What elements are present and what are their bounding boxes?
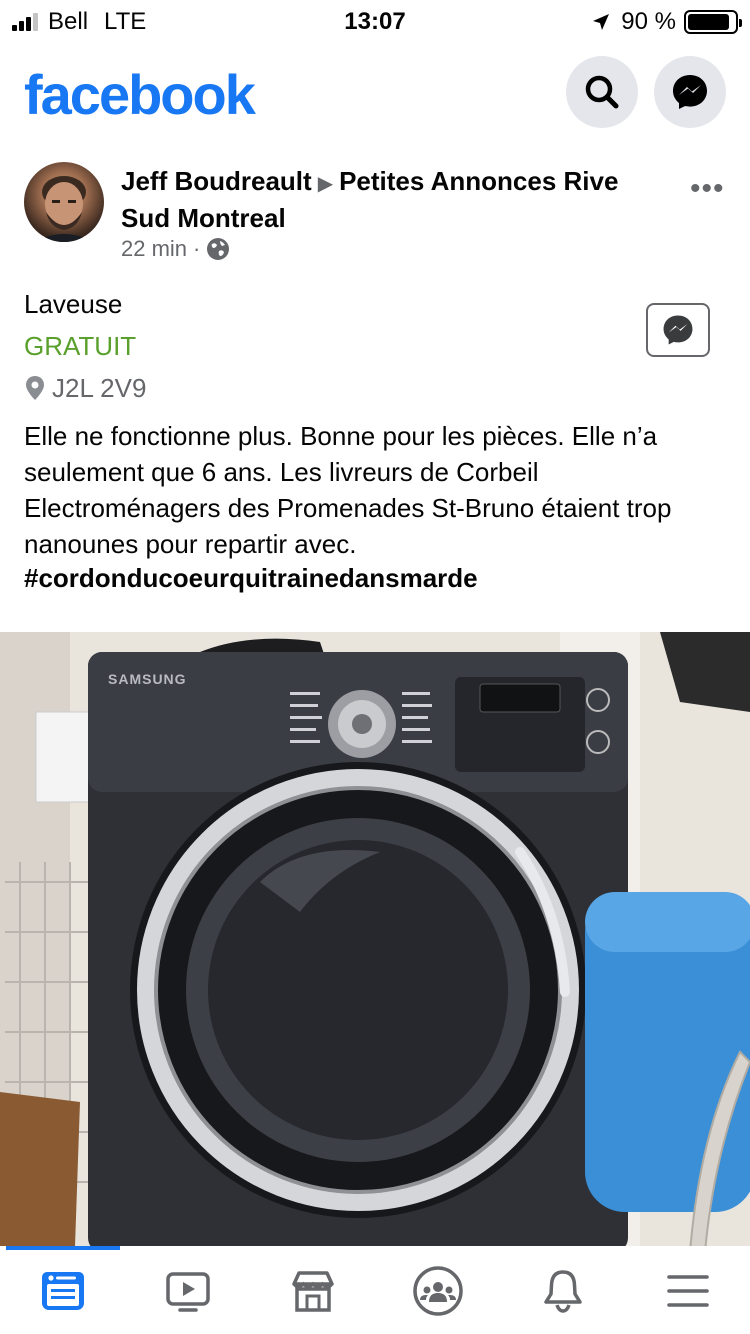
listing-title: Laveuse <box>24 289 123 319</box>
washer-brand-label: SAMSUNG <box>108 671 187 687</box>
post-header: Jeff Boudreault ▶ Petites Annonces Rive Su… <box>0 160 750 270</box>
messenger-button[interactable] <box>654 56 726 128</box>
menu-icon <box>667 1275 709 1307</box>
hashtag-link[interactable]: #cordonducoeurquitrainedansmarde <box>24 560 734 596</box>
location-arrow-icon <box>593 14 610 30</box>
post-time[interactable]: 22 min <box>121 236 187 262</box>
marketplace-icon <box>292 1271 334 1312</box>
message-seller-button[interactable] <box>646 303 710 357</box>
tab-menu[interactable] <box>658 1264 718 1318</box>
tab-watch[interactable] <box>158 1264 218 1318</box>
search-icon <box>585 75 619 109</box>
status-right: 90 % <box>591 8 742 36</box>
messenger-icon <box>673 75 707 109</box>
arrow-right-icon: ▶ <box>317 173 334 195</box>
post-photo[interactable]: SAMSUNG <box>0 632 750 1246</box>
tab-news-feed[interactable] <box>33 1264 93 1318</box>
location-pin-icon <box>26 376 44 400</box>
news-feed-icon <box>42 1272 84 1310</box>
post-meta: 22 min · <box>121 236 230 262</box>
notifications-icon <box>544 1270 582 1313</box>
tab-notifications[interactable] <box>533 1264 593 1318</box>
listing-location: J2L 2V9 <box>24 372 724 404</box>
washer-photo: SAMSUNG <box>0 632 750 1246</box>
battery-percent: 90 % <box>621 8 676 35</box>
status-bar: Bell LTE 13:07 90 % <box>0 0 750 42</box>
post-author: Jeff Boudreault ▶ Petites Annonces Rive Su… <box>121 164 641 235</box>
search-button[interactable] <box>566 56 638 128</box>
author-name[interactable]: Jeff Boudreault <box>121 166 312 196</box>
globe-icon <box>207 238 230 260</box>
avatar[interactable] <box>24 162 104 242</box>
location-text: J2L 2V9 <box>52 373 147 403</box>
app-header: facebook <box>0 50 750 140</box>
more-options-icon[interactable]: ••• <box>690 172 725 206</box>
post-description: Elle ne fonctionne plus. Bonne pour les … <box>24 421 672 559</box>
facebook-logo[interactable]: facebook <box>24 62 256 127</box>
groups-icon <box>413 1266 463 1316</box>
messenger-icon <box>663 315 693 345</box>
tab-groups[interactable] <box>408 1264 468 1318</box>
listing-price: GRATUIT <box>24 331 137 361</box>
watch-icon <box>166 1272 210 1312</box>
active-tab-indicator <box>6 1246 120 1250</box>
tab-marketplace[interactable] <box>283 1264 343 1318</box>
battery-icon <box>684 10 742 34</box>
meta-separator: · <box>193 236 201 261</box>
listing-details: Laveuse GRATUIT J2L 2V9 <box>24 288 724 404</box>
bottom-tab-bar <box>0 1246 750 1334</box>
